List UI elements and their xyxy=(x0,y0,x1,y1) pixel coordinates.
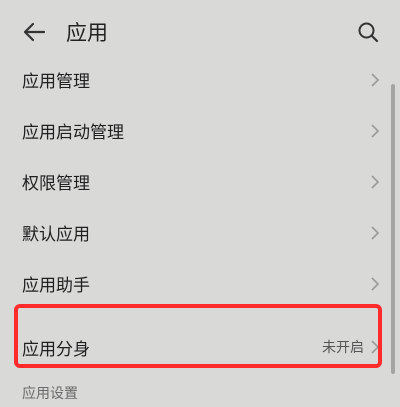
back-arrow-icon xyxy=(23,22,46,42)
menu-item-app-twin[interactable]: 应用分身 未开启 xyxy=(0,309,400,385)
settings-list: 应用管理 应用启动管理 权限管理 默认应用 应用助手 应用分身 未开启 xyxy=(0,54,400,385)
page-title: 应用 xyxy=(66,21,108,45)
menu-item-label: 应用助手 xyxy=(22,276,90,296)
menu-item-label: 应用启动管理 xyxy=(22,123,124,143)
back-button[interactable] xyxy=(20,18,48,46)
menu-item-label: 应用分身 xyxy=(22,339,90,360)
chevron-right-icon xyxy=(371,225,380,240)
search-icon xyxy=(358,22,379,43)
menu-item-label: 权限管理 xyxy=(22,174,90,194)
menu-item-app-management[interactable]: 应用管理 xyxy=(0,54,400,105)
chevron-right-icon xyxy=(371,276,380,291)
chevron-right-icon xyxy=(371,72,380,87)
chevron-right-icon xyxy=(371,174,380,189)
menu-item-permission-management[interactable]: 权限管理 xyxy=(0,156,400,207)
scrollbar[interactable] xyxy=(391,84,395,374)
search-button[interactable] xyxy=(354,18,382,46)
menu-item-label: 应用管理 xyxy=(22,72,90,92)
chevron-right-icon xyxy=(371,123,380,138)
menu-item-app-assistant[interactable]: 应用助手 xyxy=(0,258,400,309)
chevron-right-icon xyxy=(371,340,380,354)
section-header: 应用设置 xyxy=(22,386,78,402)
menu-item-status: 未开启 xyxy=(322,340,364,356)
top-bar: 应用 xyxy=(0,0,400,62)
menu-item-default-apps[interactable]: 默认应用 xyxy=(0,207,400,258)
menu-item-app-launch-management[interactable]: 应用启动管理 xyxy=(0,105,400,156)
menu-item-label: 默认应用 xyxy=(22,225,90,245)
